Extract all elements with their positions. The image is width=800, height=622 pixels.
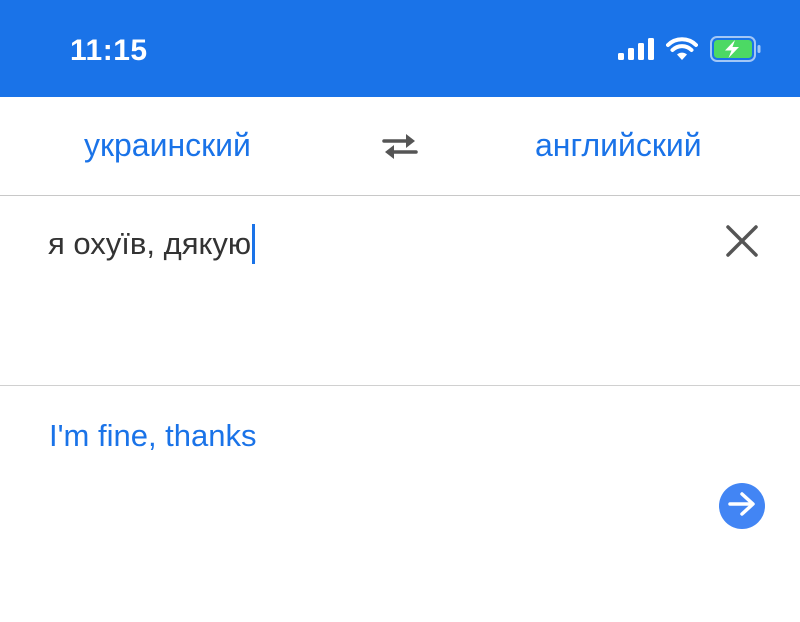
status-icons xyxy=(618,35,762,67)
source-language-button[interactable]: украинский xyxy=(84,127,251,164)
arrow-right-icon xyxy=(727,491,757,522)
language-bar: украинский английский xyxy=(0,97,800,196)
wifi-icon xyxy=(666,36,698,66)
cellular-signal-icon xyxy=(618,37,654,65)
target-language-button[interactable]: английский xyxy=(535,127,702,164)
close-icon xyxy=(724,225,760,263)
status-time: 11:15 xyxy=(70,34,148,67)
source-text-field[interactable]: я охуїв, дякую xyxy=(48,224,256,264)
battery-charging-icon xyxy=(710,35,762,67)
status-bar: 11:15 xyxy=(0,0,800,97)
clear-text-button[interactable] xyxy=(724,223,760,259)
swap-arrows-icon xyxy=(380,134,420,165)
swap-languages-button[interactable] xyxy=(380,131,420,161)
text-cursor xyxy=(252,224,256,264)
source-text-value: я охуїв, дякую xyxy=(48,226,252,261)
translation-area: I'm fine, thanks xyxy=(0,387,800,622)
source-text-area[interactable]: я охуїв, дякую xyxy=(0,197,800,386)
open-translation-button[interactable] xyxy=(719,483,765,529)
translation-text: I'm fine, thanks xyxy=(49,418,257,453)
